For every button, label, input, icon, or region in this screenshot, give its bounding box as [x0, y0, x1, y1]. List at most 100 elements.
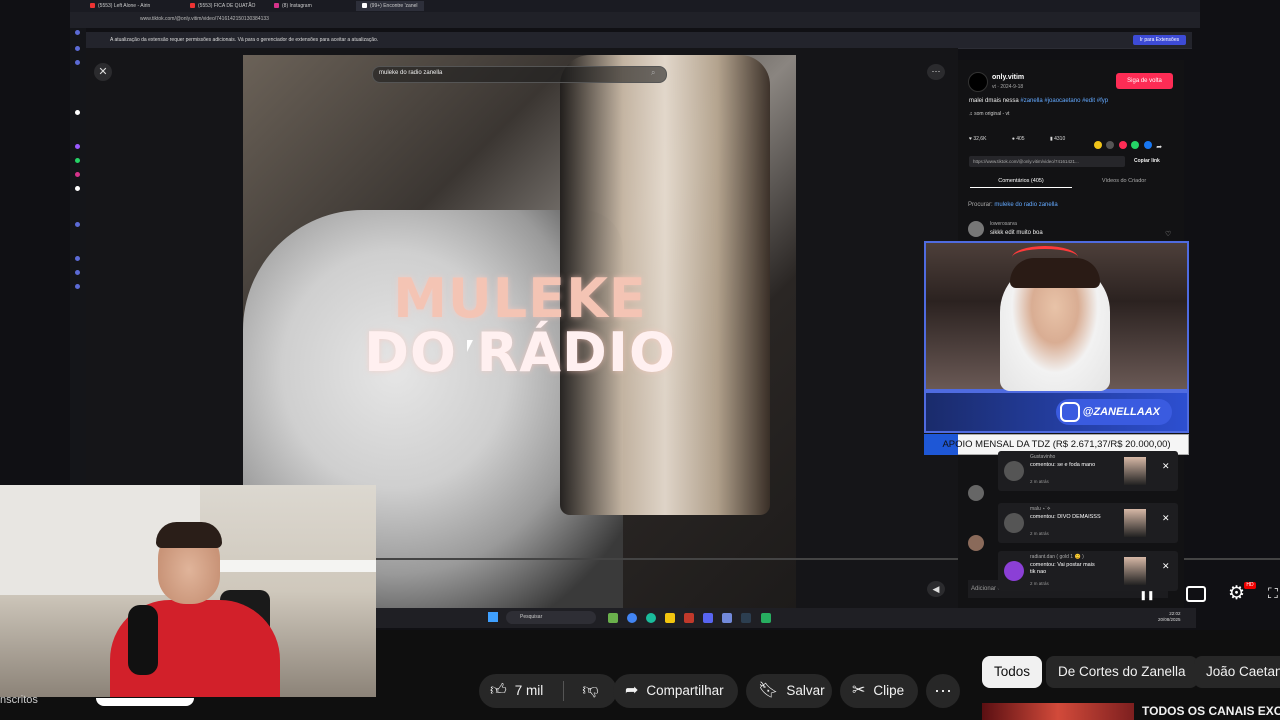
save-stat[interactable]: ▮ 4310: [1050, 136, 1077, 142]
whatsapp-icon[interactable]: [75, 158, 80, 163]
app-icon[interactable]: [722, 613, 732, 623]
app-icon[interactable]: [761, 613, 771, 623]
more-actions-button[interactable]: ⋯: [926, 674, 960, 708]
share-icons-row[interactable]: ➦: [1094, 136, 1176, 151]
save-button[interactable]: 🔖︎ Salvar: [746, 674, 832, 708]
avatar[interactable]: [968, 485, 984, 501]
folder-icon[interactable]: [665, 613, 675, 623]
code-icon[interactable]: [1106, 141, 1115, 149]
tiktok-search-value: muleke do radio zanella: [379, 70, 443, 76]
instagram-icon[interactable]: [75, 172, 80, 177]
clip-button[interactable]: ✂ Clipe: [840, 674, 918, 708]
notification-thumbnail: [1124, 557, 1146, 585]
embed-icon[interactable]: [1094, 141, 1102, 149]
close-icon[interactable]: ✕: [1162, 461, 1170, 472]
browser-tab[interactable]: (5553) Left Alone - Airin: [90, 1, 150, 11]
comment-notification[interactable]: radiant.dan ( gold 1 😊 ) comentou: Vai p…: [998, 551, 1178, 591]
close-icon[interactable]: ✕: [1162, 513, 1170, 524]
tiktok-sound[interactable]: ♫ som original - vt: [969, 111, 1009, 117]
tiktok-username[interactable]: only.vitim: [992, 74, 1024, 81]
pause-icon[interactable]: ❚❚: [1138, 586, 1156, 604]
close-icon[interactable]: ✕: [94, 63, 112, 81]
steam-icon[interactable]: [741, 613, 751, 623]
save-count: 4310: [1054, 136, 1066, 142]
sidebar-app-icon[interactable]: [75, 144, 80, 149]
hd-badge: HD: [1244, 582, 1256, 589]
chip-joao-caetano[interactable]: João Caetano: [1194, 656, 1280, 688]
sidebar-app-icon[interactable]: [75, 270, 80, 275]
like-stat[interactable]: ♥ 32,6K: [969, 136, 998, 142]
tiktok-icon: [362, 3, 367, 9]
avatar[interactable]: [968, 72, 988, 92]
fullscreen-icon[interactable]: ⛶: [1268, 585, 1280, 603]
tiktok-stats: ♥ 32,6K ● 405 ▮ 4310: [969, 136, 1089, 142]
subscribe-button[interactable]: [96, 698, 194, 706]
tiktok-icon[interactable]: [75, 186, 80, 191]
follow-back-button[interactable]: Siga de volta: [1116, 73, 1173, 89]
video-link-field[interactable]: https://www.tiktok.com/@only.vitim/video…: [969, 156, 1125, 167]
chrome-icon[interactable]: [627, 613, 637, 623]
mouse-cursor-icon: [467, 340, 473, 352]
comment-notification[interactable]: malu ⋆˙⟡ comentou: DIVO DEMAISSS 2 m atr…: [998, 503, 1178, 543]
taskbar-clock[interactable]: 22:02 20/08/2025: [1158, 611, 1181, 623]
overlay-line-2: DO RÁDIO: [364, 321, 676, 384]
comment-count: 405: [1016, 136, 1025, 142]
send-icon[interactable]: [1118, 141, 1127, 149]
cc-icon[interactable]: [1186, 586, 1206, 602]
search-suggestion[interactable]: Procurar: muleke do radio zanella: [968, 202, 1058, 208]
recommended-title[interactable]: TODOS OS CANAIS EXCLUSIVOS: [1142, 704, 1280, 718]
comment-stat[interactable]: ● 405: [1012, 136, 1037, 142]
heart-icon[interactable]: ♡: [1165, 230, 1171, 238]
close-icon[interactable]: ✕: [1162, 561, 1170, 572]
facebook-icon[interactable]: [1143, 141, 1152, 149]
edge-icon[interactable]: [646, 613, 656, 623]
sidebar-app-icon[interactable]: [75, 30, 80, 35]
tab-comments[interactable]: Comentários (405): [970, 178, 1072, 188]
tab-creator-videos[interactable]: Vídeos do Criador: [1074, 178, 1174, 184]
comment-username[interactable]: lowerosarva: [990, 221, 1017, 227]
browser-tab[interactable]: (5553) FICA DE QUATÃO: [190, 1, 255, 11]
browser-tab-active[interactable]: (99+) Encontre 'zanel: [356, 1, 424, 11]
volume-icon[interactable]: ◀: [927, 581, 945, 597]
sidebar-app-icon[interactable]: [75, 46, 80, 51]
sidebar-app-icon[interactable]: [75, 60, 80, 65]
bookmark-icon: 🔖︎: [758, 682, 779, 700]
dislike-button[interactable]: 👎︎: [564, 674, 617, 708]
notification-text: comentou: Vai postar mais: [1030, 562, 1095, 568]
sidebar-app-icon[interactable]: [75, 256, 80, 261]
share-arrow-icon[interactable]: ➦: [1156, 143, 1162, 151]
thumbs-down-icon: 👎︎: [582, 682, 599, 699]
recommended-thumbnail[interactable]: [982, 703, 1134, 720]
like-count: 7 mil: [514, 683, 544, 698]
facecam-hair: [156, 522, 222, 548]
search-icon[interactable]: ⌕: [651, 68, 655, 78]
chip-cortes-zanella[interactable]: De Cortes do Zanella: [1046, 656, 1198, 688]
discord-icon[interactable]: [703, 613, 713, 623]
sidebar-app-icon[interactable]: [75, 222, 80, 227]
app-icon[interactable]: [684, 613, 694, 623]
share-button[interactable]: ➦ Compartilhar: [613, 674, 738, 708]
scissors-icon: ✂: [852, 682, 866, 700]
like-button[interactable]: 👍︎ 7 mil: [479, 674, 563, 708]
avatar[interactable]: [968, 221, 984, 237]
sidebar-app-icon[interactable]: [75, 284, 80, 289]
sidebar-app-icon[interactable]: [75, 110, 80, 115]
go-to-extensions-button[interactable]: Ir para Extensões: [1133, 35, 1186, 45]
tiktok-post-date: vt · 2024-9-18: [992, 84, 1024, 90]
share-label: Compartilhar: [646, 683, 724, 698]
avatar[interactable]: [968, 535, 984, 551]
instagram-icon: [1060, 402, 1080, 422]
app-icon[interactable]: [608, 613, 618, 623]
caption-hashtags[interactable]: #zanella #joaocaetano #edit #fyp: [1020, 98, 1108, 104]
browser-tab[interactable]: (8) Instagram: [274, 1, 312, 11]
copy-link-button[interactable]: Copiar link: [1134, 158, 1160, 164]
taskbar-search[interactable]: Pesquisar: [506, 611, 596, 624]
more-options-icon[interactable]: ⋯: [927, 64, 945, 80]
comment-notification[interactable]: Gustavinho comentou: se e foda mano 2 m …: [998, 451, 1178, 491]
notification-time: 2 m atrás: [1030, 479, 1049, 484]
windows-start-icon[interactable]: [488, 612, 498, 622]
thumbs-up-icon: 👍︎: [490, 682, 507, 699]
instagram-icon: [274, 3, 279, 9]
chip-all[interactable]: Todos: [982, 656, 1043, 688]
whatsapp-icon[interactable]: [1131, 141, 1140, 149]
